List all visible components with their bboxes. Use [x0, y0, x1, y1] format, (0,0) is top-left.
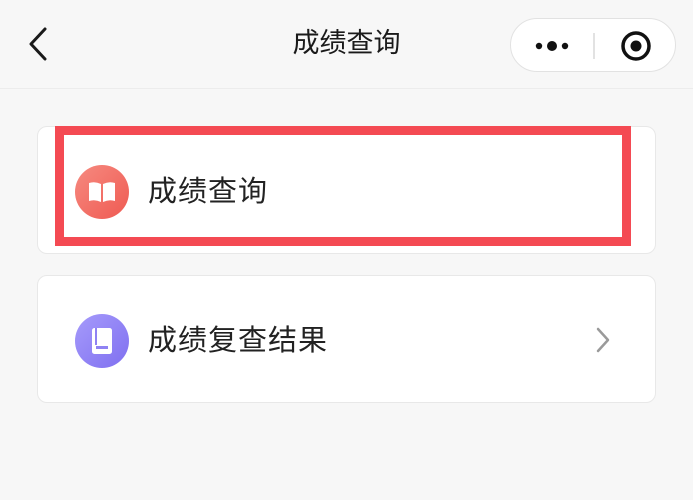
- more-button[interactable]: [511, 19, 593, 73]
- menu-item-label: 成绩复查结果: [148, 323, 329, 357]
- menu-item-score-query[interactable]: 成绩查询: [37, 126, 656, 254]
- more-dots-icon: [535, 41, 569, 51]
- book-icon: [92, 328, 112, 354]
- menu-item-label: 成绩查询: [148, 174, 269, 208]
- navigation-bar: 成绩查询: [0, 0, 693, 89]
- icon-badge: [75, 314, 129, 368]
- menu-item-score-recheck-result[interactable]: 成绩复查结果: [37, 275, 656, 403]
- target-close-icon: [621, 31, 651, 61]
- capsule-menu: [510, 18, 676, 72]
- open-book-icon: [89, 182, 115, 202]
- close-button[interactable]: [595, 19, 677, 73]
- chevron-right-icon: [595, 326, 611, 354]
- icon-badge: [75, 165, 129, 219]
